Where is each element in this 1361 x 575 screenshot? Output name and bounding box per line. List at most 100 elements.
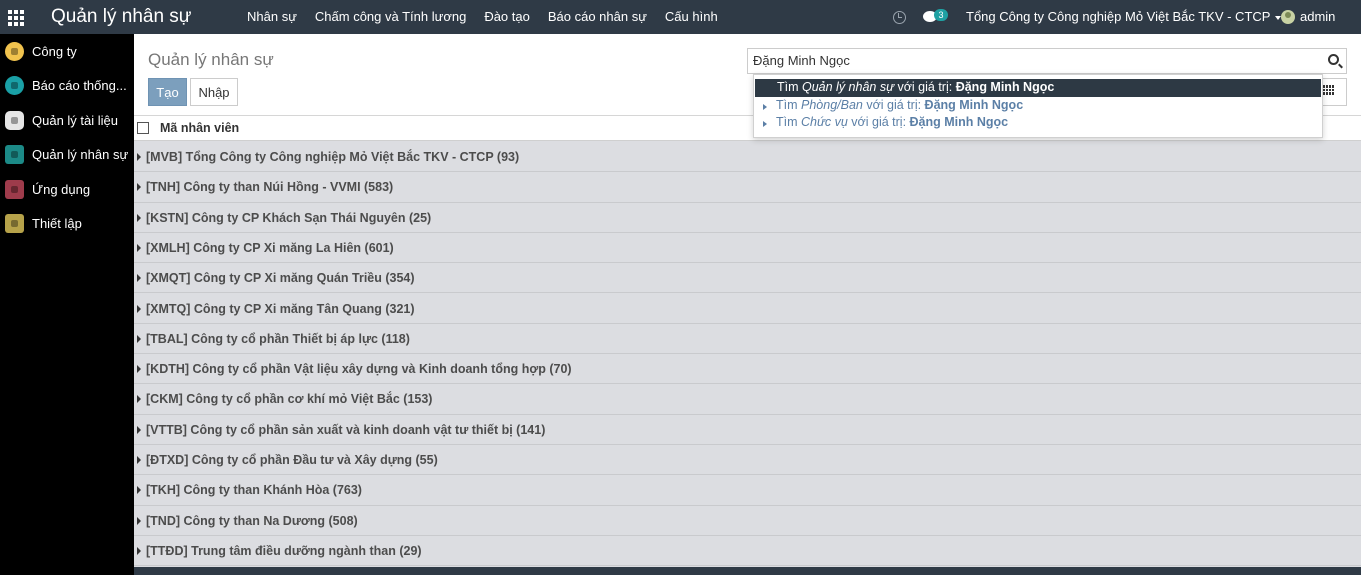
group-label: [KDTH] Công ty cổ phần Vật liệu xây dựng…	[146, 362, 572, 377]
sidebar-item-label: Ứng dụng	[32, 181, 91, 197]
sidebar-item-hr[interactable]: Quản lý nhân sự	[0, 138, 134, 173]
sidebar-item-label: Thiết lập	[32, 216, 82, 232]
group-row[interactable]: [XMLH] Công ty CP Xi măng La Hiên (601)	[134, 232, 1361, 264]
sidebar-item-company[interactable]: Công ty	[0, 34, 134, 69]
sidebar-item-label: Báo cáo thống...	[32, 78, 127, 94]
caret-right-icon	[137, 153, 141, 161]
column-header-employee-code[interactable]: Mã nhân viên	[160, 121, 239, 135]
group-label: [VTTB] Công ty cổ phần sản xuất và kinh …	[146, 422, 546, 437]
autocomplete-field: Chức vụ	[801, 115, 848, 129]
grouped-list: Mã nhân viên [MVB] Tổng Công ty Công ngh…	[134, 116, 1361, 575]
caret-right-icon	[137, 183, 141, 192]
user-name: admin	[1300, 9, 1336, 24]
group-row[interactable]: [TNH] Công ty than Núi Hồng - VVMI (583)	[134, 172, 1361, 203]
sidebar-item-documents[interactable]: Quản lý tài liệu	[0, 103, 134, 138]
company-icon	[5, 41, 24, 61]
search-box	[747, 48, 1347, 74]
autocomplete-value: Đặng Minh Ngọc	[909, 115, 1009, 129]
company-switcher[interactable]: Tổng Công ty Công nghiệp Mỏ Việt Bắc TKV…	[966, 0, 1282, 34]
group-label: [MVB] Tổng Công ty Công nghiệp Mỏ Việt B…	[146, 150, 520, 164]
caret-right-icon	[137, 365, 141, 374]
group-row[interactable]: [TBAL] Công ty cổ phần Thiết bị áp lực (…	[134, 323, 1361, 355]
sidebar-item-apps[interactable]: Ứng dụng	[0, 172, 134, 207]
top-navbar: Quản lý nhân sự Nhân sự Chấm công và Tín…	[0, 0, 1361, 34]
caret-right-icon	[137, 425, 141, 434]
sidebar-item-reports[interactable]: Báo cáo thống...	[0, 69, 134, 104]
group-row[interactable]: [TKH] Công ty than Khánh Hòa (763)	[134, 475, 1361, 506]
sidebar: Công ty Báo cáo thống... Quản lý tài liệ…	[0, 34, 134, 575]
group-row[interactable]: [ĐTXD] Công ty cổ phần Đầu tư và Xây dựn…	[134, 445, 1361, 476]
autocomplete-value: Đặng Minh Ngọc	[955, 80, 1055, 94]
search-input[interactable]	[753, 53, 1313, 68]
autocomplete-middle: với giá trị:	[847, 115, 910, 129]
menu-attendance-payroll[interactable]: Chấm công và Tính lương	[306, 0, 475, 34]
group-row[interactable]: [XMTQ] Công ty CP Xi măng Tân Quang (321…	[134, 293, 1361, 324]
autocomplete-prefix: Tìm	[776, 115, 801, 129]
group-label: [TBAL] Công ty cổ phần Thiết bị áp lực (…	[146, 331, 410, 346]
group-label: [CKM] Công ty cổ phần cơ khí mỏ Việt Bắc…	[146, 392, 433, 407]
select-all-checkbox[interactable]	[137, 122, 149, 134]
bottom-bar	[134, 567, 1361, 575]
report-icon	[5, 76, 24, 96]
caret-right-icon	[137, 304, 141, 313]
group-row[interactable]: [XMQT] Công ty CP Xi măng Quán Triều (35…	[134, 263, 1361, 294]
group-label: [TTĐD] Trung tâm điều dưỡng ngành than (…	[146, 543, 422, 558]
group-row[interactable]: [KDTH] Công ty cổ phần Vật liệu xây dựng…	[134, 354, 1361, 385]
avatar[interactable]	[1281, 10, 1295, 24]
autocomplete-item[interactable]: Tìm Quản lý nhân sự với giá trị: Đặng Mi…	[755, 79, 1321, 97]
group-label: [TNH] Công ty than Núi Hồng - VVMI (583)	[146, 180, 394, 195]
caret-right-icon	[137, 546, 141, 555]
top-menu: Nhân sự Chấm công và Tính lương Đào tạo …	[238, 0, 727, 34]
group-row[interactable]: [TTĐD] Trung tâm điều dưỡng ngành than (…	[134, 535, 1361, 567]
search-icon[interactable]	[1328, 54, 1339, 65]
caret-right-icon	[137, 243, 141, 252]
group-row[interactable]: [KSTN] Công ty CP Khách Sạn Thái Nguyên …	[134, 202, 1361, 233]
sidebar-item-label: Công ty	[32, 43, 77, 59]
autocomplete-value: Đặng Minh Ngọc	[924, 97, 1024, 112]
menu-training[interactable]: Đào tạo	[475, 0, 539, 34]
app-title: Quản lý nhân sự	[51, 6, 192, 27]
autocomplete-prefix: Tìm	[776, 97, 801, 112]
sidebar-item-label: Quản lý tài liệu	[32, 112, 118, 128]
expand-arrow-icon[interactable]	[763, 121, 767, 127]
caret-right-icon	[137, 213, 141, 222]
create-button[interactable]: Tạo	[148, 78, 187, 106]
apps-grid-icon[interactable]	[8, 10, 24, 26]
caret-right-icon	[137, 486, 141, 495]
autocomplete-item[interactable]: Tìm Phòng/Ban với giá trị: Đặng Minh Ngọ…	[754, 97, 1322, 115]
autocomplete-prefix: Tìm	[777, 80, 802, 94]
group-label: [KSTN] Công ty CP Khách Sạn Thái Nguyên …	[146, 210, 432, 225]
group-label: [ĐTXD] Công ty cổ phần Đầu tư và Xây dựn…	[146, 453, 438, 467]
apps-icon	[5, 179, 24, 199]
settings-icon	[5, 214, 24, 234]
import-button[interactable]: Nhập	[190, 78, 238, 106]
activity-clock-icon[interactable]	[893, 11, 906, 24]
caret-right-icon	[137, 516, 141, 525]
autocomplete-item[interactable]: Tìm Chức vụ với giá trị: Đặng Minh Ngọc	[754, 114, 1322, 132]
group-label: [TKH] Công ty than Khánh Hòa (763)	[146, 483, 362, 498]
menu-employees[interactable]: Nhân sự	[238, 0, 306, 34]
group-label: [XMTQ] Công ty CP Xi măng Tân Quang (321…	[146, 301, 415, 316]
group-row[interactable]: [CKM] Công ty cổ phần cơ khí mỏ Việt Bắc…	[134, 384, 1361, 415]
menu-configuration[interactable]: Cấu hình	[656, 0, 727, 34]
caret-right-icon	[137, 456, 141, 464]
chat-count-badge: 3	[934, 9, 948, 21]
group-label: [XMLH] Công ty CP Xi măng La Hiên (601)	[146, 240, 394, 255]
caret-right-icon	[137, 274, 141, 283]
group-label: [XMQT] Công ty CP Xi măng Quán Triều (35…	[146, 271, 415, 286]
autocomplete-middle: với giá trị:	[862, 97, 925, 112]
company-name: Tổng Công ty Công nghiệp Mỏ Việt Bắc TKV…	[966, 9, 1271, 24]
group-row[interactable]: [TND] Công ty than Na Dương (508)	[134, 505, 1361, 536]
autocomplete-middle: với giá trị:	[894, 80, 956, 94]
grid-view-icon	[1323, 85, 1335, 95]
expand-arrow-icon[interactable]	[763, 103, 767, 110]
caret-right-icon	[137, 334, 141, 343]
document-icon	[5, 110, 24, 130]
menu-hr-reports[interactable]: Báo cáo nhân sự	[539, 0, 656, 34]
breadcrumb: Quản lý nhân sự	[148, 50, 274, 69]
group-label: [TND] Công ty than Na Dương (508)	[146, 513, 358, 528]
sidebar-item-settings[interactable]: Thiết lập	[0, 207, 134, 242]
group-row[interactable]: [MVB] Tổng Công ty Công nghiệp Mỏ Việt B…	[134, 142, 1361, 173]
user-menu[interactable]: admin	[1300, 0, 1335, 34]
group-row[interactable]: [VTTB] Công ty cổ phần sản xuất và kinh …	[134, 414, 1361, 445]
